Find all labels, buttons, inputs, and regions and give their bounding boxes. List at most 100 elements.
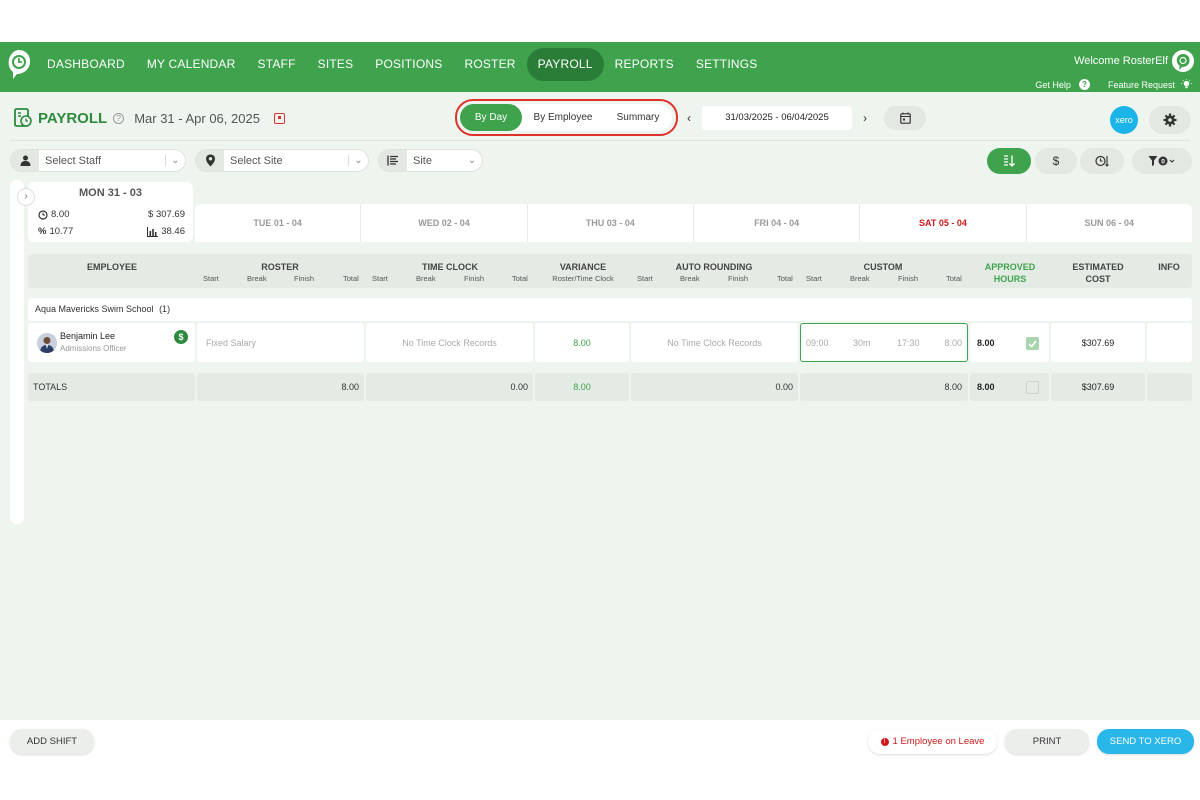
cost-button[interactable]: $	[1035, 148, 1077, 174]
day-card-selected[interactable]: MON 31 - 03 8.00 $ 307.69 % 10.77 38.46	[28, 182, 193, 242]
auto-rounding-cell[interactable]: No Time Clock Records	[631, 323, 798, 362]
day-tab-thu[interactable]: THU 03 - 04	[528, 204, 694, 242]
custom-break: Break	[850, 274, 870, 283]
rounding-break: Break	[680, 274, 700, 283]
nav-sites[interactable]: SITES	[307, 48, 365, 81]
estimated-cost-value: $307.69	[1081, 337, 1115, 348]
site-group-row[interactable]: Aqua Mavericks Swim School (1)	[28, 298, 1192, 321]
time-clock-cell[interactable]: No Time Clock Records	[366, 323, 533, 362]
nav-staff[interactable]: STAFF	[247, 48, 307, 81]
staff-filter[interactable]: Select Staff ⌄	[10, 149, 186, 172]
employee-position: Admissions Officer	[60, 344, 127, 353]
nav-roster[interactable]: ROSTER	[453, 48, 526, 81]
totals-time-clock-cell: 0.00	[366, 373, 533, 401]
alert-icon: !	[880, 737, 889, 746]
info-cell[interactable]	[1147, 323, 1192, 362]
header-divider	[10, 140, 1190, 141]
custom-total-value: 8.00	[944, 337, 962, 348]
welcome-text: Welcome RosterElf	[1074, 55, 1168, 67]
roster-cell[interactable]: Fixed Salary	[197, 323, 364, 362]
nav-my-calendar[interactable]: MY CALENDAR	[136, 48, 247, 81]
rosterelf-logo-icon[interactable]	[6, 48, 32, 80]
view-by-employee-button[interactable]: By Employee	[522, 104, 604, 131]
nav-dashboard[interactable]: DASHBOARD	[36, 48, 136, 81]
calendar-picker-button[interactable]	[884, 106, 926, 130]
col-time-clock: TIME CLOCK	[422, 262, 478, 272]
sort-icon	[1004, 155, 1015, 167]
time-sort-button[interactable]	[1080, 148, 1124, 174]
auto-rounding-value: No Time Clock Records	[667, 337, 762, 348]
site-filter-placeholder: Select Site	[230, 154, 283, 167]
day-tab-sun[interactable]: SUN 06 - 04	[1027, 204, 1192, 242]
approved-cell: 8.00	[970, 323, 1049, 362]
next-week-button[interactable]: ›	[858, 106, 872, 130]
totals-variance: 8.00	[573, 382, 591, 392]
day-tab-fri[interactable]: FRI 04 - 04	[694, 204, 861, 242]
totals-cost: $307.69	[1081, 382, 1115, 392]
nav-payroll[interactable]: PAYROLL	[526, 48, 604, 81]
custom-finish-value[interactable]: 17:30	[897, 338, 920, 348]
col-estimated: ESTIMATED	[1072, 262, 1124, 272]
custom-break-value[interactable]: 30m	[853, 338, 871, 348]
day-hours-value: 8.00	[51, 209, 70, 220]
roster-start: Start	[203, 274, 219, 283]
print-button[interactable]: PRINT	[1005, 729, 1089, 754]
approve-checkbox[interactable]	[1026, 337, 1039, 350]
send-to-xero-button[interactable]: SEND TO XERO	[1097, 729, 1194, 754]
question-icon[interactable]: ?	[1078, 79, 1090, 90]
bar-chart-icon	[147, 226, 159, 237]
roster-total: Total	[343, 274, 359, 283]
employee-on-leave-button[interactable]: ! 1 Employee on Leave	[868, 729, 997, 754]
view-summary-button[interactable]: Summary	[604, 104, 672, 131]
filter-button[interactable]: 0	[1132, 148, 1192, 174]
filter-icon: 0	[1148, 156, 1175, 166]
nav-settings[interactable]: SETTINGS	[685, 48, 769, 81]
calendar-icon	[900, 112, 911, 124]
user-avatar-icon[interactable]	[1172, 50, 1194, 72]
check-icon	[1028, 339, 1037, 348]
day-tab-wed[interactable]: WED 02 - 04	[361, 204, 528, 242]
day-panel-rail	[10, 180, 24, 524]
day-tab-tue[interactable]: TUE 01 - 04	[195, 204, 362, 242]
sort-button[interactable]	[987, 148, 1031, 174]
xero-button[interactable]: xero	[1110, 106, 1138, 134]
nav-reports[interactable]: REPORTS	[604, 48, 685, 81]
settings-button[interactable]	[1149, 106, 1191, 134]
feature-request-link[interactable]: Feature Request	[1108, 80, 1175, 90]
group-by-select[interactable]: Site ⌄	[378, 149, 483, 172]
add-shift-button[interactable]: ADD SHIFT	[10, 729, 94, 754]
totals-custom-cell: 8.00	[800, 373, 968, 401]
estimated-cost-cell: $307.69	[1051, 323, 1145, 362]
prev-week-button[interactable]: ‹	[682, 106, 696, 130]
day-cost-value: $ 307.69	[148, 209, 185, 220]
nav-positions[interactable]: POSITIONS	[364, 48, 453, 81]
expand-panel-button[interactable]: ›	[17, 188, 35, 206]
site-filter[interactable]: Select Site ⌄	[195, 149, 369, 172]
employee-cell[interactable]: Benjamin Lee Admissions Officer $	[28, 323, 195, 362]
date-range-field[interactable]: 31/03/2025 - 06/04/2025	[702, 106, 852, 130]
rounding-total: Total	[777, 274, 793, 283]
chevron-down-icon: ⌄	[467, 155, 477, 166]
col-approved: APPROVED	[984, 262, 1036, 272]
approve-all-checkbox[interactable]	[1026, 381, 1039, 394]
help-icon[interactable]: ?	[113, 112, 125, 124]
get-help-link[interactable]: Get Help	[1035, 80, 1071, 90]
view-by-day-button[interactable]: By Day	[460, 104, 522, 131]
day-tab-sat[interactable]: SAT 05 - 04	[860, 204, 1027, 242]
lightbulb-icon[interactable]	[1181, 79, 1192, 90]
calendar-icon[interactable]	[273, 112, 285, 124]
site-group-name: Aqua Mavericks Swim School	[35, 304, 154, 314]
clock-sort-icon	[1095, 155, 1109, 167]
rounding-start: Start	[637, 274, 653, 283]
col-estimated-2: COST	[1085, 274, 1111, 284]
svg-text:0: 0	[1161, 158, 1165, 165]
totals-variance-cell: 8.00	[535, 373, 629, 401]
clock-finish: Finish	[464, 274, 485, 283]
clock-icon	[38, 209, 48, 220]
date-navigator: ‹ 31/03/2025 - 06/04/2025 ›	[682, 106, 926, 130]
custom-start-value[interactable]: 09:00	[806, 338, 829, 348]
totals-info-cell	[1147, 373, 1192, 401]
location-pin-icon	[196, 150, 224, 171]
dollar-icon: $	[1052, 154, 1060, 168]
custom-cell[interactable]: 09:00 30m 17:30 8.00	[800, 323, 968, 362]
